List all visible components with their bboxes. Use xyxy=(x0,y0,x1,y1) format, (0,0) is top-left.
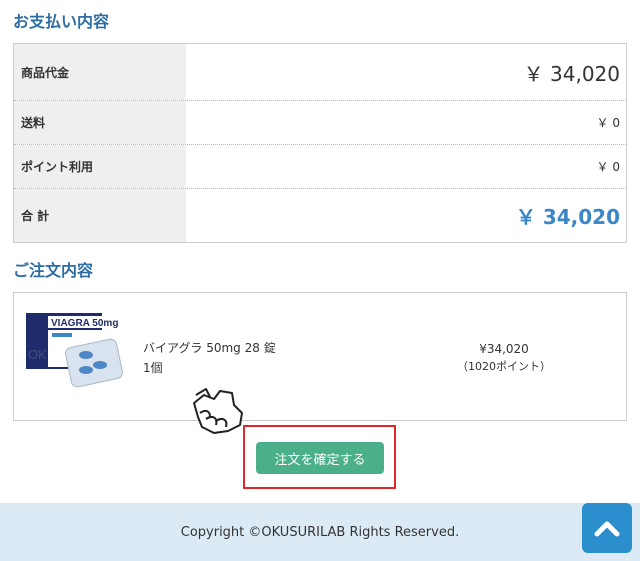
product-name[interactable]: バイアグラ 50mg 28 錠 xyxy=(143,339,276,356)
product-quantity: 1個 xyxy=(143,361,163,375)
product-price: ¥34,020 xyxy=(479,342,529,356)
total-label: 合 計 xyxy=(14,189,186,242)
svg-text:OK: OK xyxy=(28,347,47,362)
product-image-logo-text: VIAGRA 50mg xyxy=(51,318,118,329)
copyright-text: Copyright ©OKUSURILAB Rights Reserved. xyxy=(180,524,460,540)
shipping-value: ￥ 0 xyxy=(596,116,620,130)
payment-table: 商品代金 ￥ 34,020 送料 ￥ 0 ポイント利用 ￥ 0 合 計 ￥ 34… xyxy=(13,43,627,243)
hand-pointer-icon xyxy=(193,388,243,434)
payment-row-total: 合 計 ￥ 34,020 xyxy=(14,189,626,242)
product-points: （1020ポイント） xyxy=(457,360,551,373)
confirm-order-button[interactable]: 注文を確定する xyxy=(256,442,384,474)
order-item: VIAGRA 50mg OK バイアグラ 50mg 28 錠 1個 ¥34,02… xyxy=(13,292,627,421)
payment-row-points: ポイント利用 ￥ 0 xyxy=(14,145,626,189)
product-image: VIAGRA 50mg OK xyxy=(26,313,123,388)
subtotal-label: 商品代金 xyxy=(14,44,186,100)
payment-row-shipping: 送料 ￥ 0 xyxy=(14,101,626,145)
footer: Copyright ©OKUSURILAB Rights Reserved. xyxy=(0,503,640,561)
subtotal-value: ￥ 34,020 xyxy=(523,61,620,86)
back-to-top-button[interactable] xyxy=(582,503,632,553)
payment-section-title: お支払い内容 xyxy=(13,12,110,31)
price-column: ¥34,020 （1020ポイント） xyxy=(434,341,574,375)
points-label: ポイント利用 xyxy=(14,145,186,188)
shipping-label: 送料 xyxy=(14,101,186,144)
order-section-title: ご注文内容 xyxy=(13,261,94,280)
total-value: ￥ 34,020 xyxy=(515,205,620,229)
points-value: ￥ 0 xyxy=(596,160,620,174)
chevron-up-icon xyxy=(594,521,620,537)
payment-row-subtotal: 商品代金 ￥ 34,020 xyxy=(14,44,626,101)
